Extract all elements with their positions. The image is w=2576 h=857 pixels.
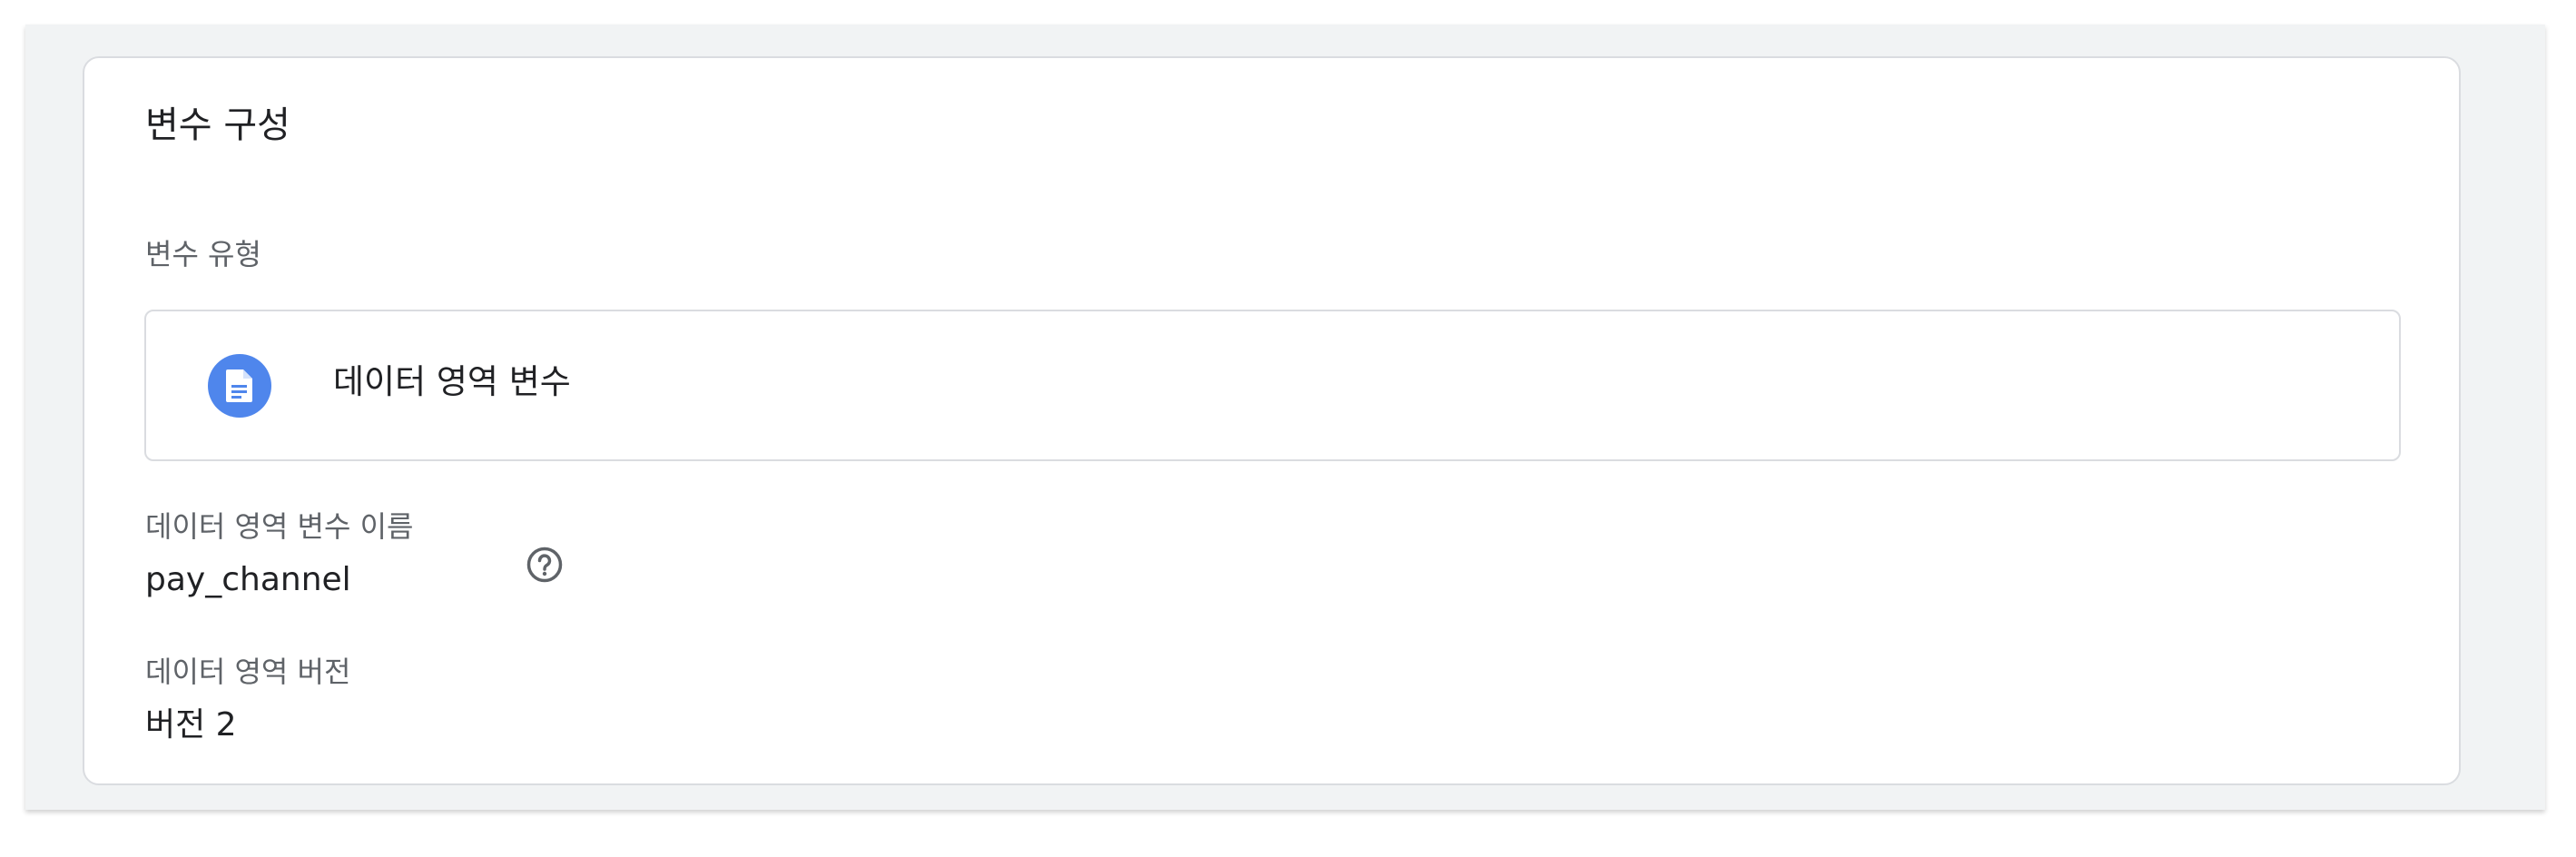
variable-name-label: 데이터 영역 변수 이름	[145, 509, 414, 544]
data-layer-version-label: 데이터 영역 버전	[145, 655, 351, 689]
document-icon	[208, 354, 271, 418]
variable-configuration-card: 변수 구성 변수 유형 데이터 영역 변수 데이터 영역 변수 이름 pay_c…	[83, 56, 2461, 785]
variable-name-value: pay_channel	[145, 561, 351, 598]
page-background: 변수 구성 변수 유형 데이터 영역 변수 데이터 영역 변수 이름 pay_c…	[25, 25, 2545, 810]
variable-type-selector[interactable]: 데이터 영역 변수	[144, 310, 2401, 461]
variable-type-label: 변수 유형	[145, 237, 261, 271]
variable-type-name: 데이터 영역 변수	[333, 362, 571, 401]
section-title: 변수 구성	[145, 104, 290, 146]
data-layer-version-value: 버전 2	[145, 706, 237, 744]
help-circle-icon[interactable]	[526, 546, 564, 584]
